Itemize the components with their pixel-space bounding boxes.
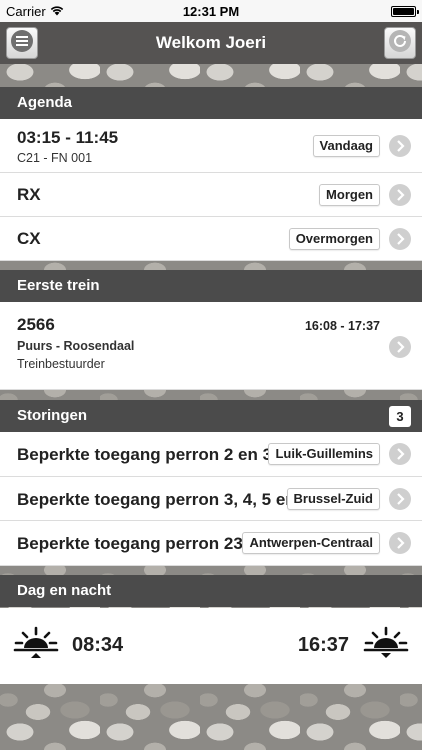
agenda-header: Agenda [0,87,422,119]
chevron-right-icon [389,336,411,358]
refresh-button[interactable] [384,27,416,59]
disruption-title: Beperkte toegang perron 2 en 3. [17,445,277,464]
agenda-item-sub: C21 - FN 001 [17,151,93,165]
refresh-icon [388,29,412,58]
disruption-item[interactable]: Beperkte toegang perron 3, 4, 5 en 6 Bru… [0,477,422,521]
train-number: 2566 [17,315,55,334]
agenda-item-tag: Morgen [319,184,380,206]
disruption-station-tag: Brussel-Zuid [286,488,380,510]
status-time: 12:31 PM [182,3,240,19]
day-night-header-label: Dag en nacht [17,582,112,599]
train-route: Puurs - Roosendaal [17,339,135,353]
first-train-header-label: Eerste trein [17,277,100,294]
disruptions-count-badge: 3 [389,406,411,427]
battery-icon [391,5,419,17]
day-night-row: 08:34 16:37 [0,608,422,684]
agenda-item-day-after[interactable]: CX Overmorgen [0,217,422,261]
train-role: Treinbestuurder [17,357,105,371]
chevron-right-icon [389,443,411,465]
sunset-time: 16:37 [297,634,349,656]
agenda-item-title: RX [17,185,41,204]
sunrise-time: 08:34 [72,634,124,656]
page-title: Welkom Joeri [155,33,267,52]
chevron-right-icon [389,135,411,157]
sunset-icon [363,626,409,667]
disruptions-header: Storingen 3 [0,400,422,432]
agenda-header-label: Agenda [17,94,73,111]
chevron-right-icon [389,184,411,206]
chevron-right-icon [389,532,411,554]
day-night-header: Dag en nacht [0,575,422,607]
disruption-station-tag: Antwerpen-Centraal [242,532,380,554]
agenda-item-title: CX [17,229,41,248]
menu-icon [10,29,34,58]
sunrise-icon [13,626,59,667]
agenda-item-tag: Vandaag [312,135,380,157]
disruption-title: Beperkte toegang perron 3, 4, 5 en 6 [17,490,310,509]
chevron-right-icon [389,228,411,250]
agenda-item-today[interactable]: 03:15 - 11:45 C21 - FN 001 Vandaag [0,119,422,173]
agenda-item-title: 03:15 - 11:45 [17,128,119,147]
status-bar: Carrier 12:31 PM [0,0,422,22]
disruptions-header-label: Storingen [17,407,87,424]
disruption-station-tag: Luik-Guillemins [268,443,380,465]
train-time: 16:08 - 17:37 [304,319,380,333]
agenda-item-tomorrow[interactable]: RX Morgen [0,173,422,217]
first-train-row[interactable]: 2566 16:08 - 17:37 Puurs - Roosendaal Tr… [0,302,422,390]
disruption-item[interactable]: Beperkte toegang perron 23 en 24 Antwerp… [0,521,422,566]
chevron-right-icon [389,488,411,510]
first-train-header: Eerste trein [0,270,422,302]
nav-bar: Welkom Joeri [0,22,422,64]
agenda-item-tag: Overmorgen [288,228,380,250]
disruption-item[interactable]: Beperkte toegang perron 2 en 3. Luik-Gui… [0,432,422,477]
menu-button[interactable] [6,27,38,59]
